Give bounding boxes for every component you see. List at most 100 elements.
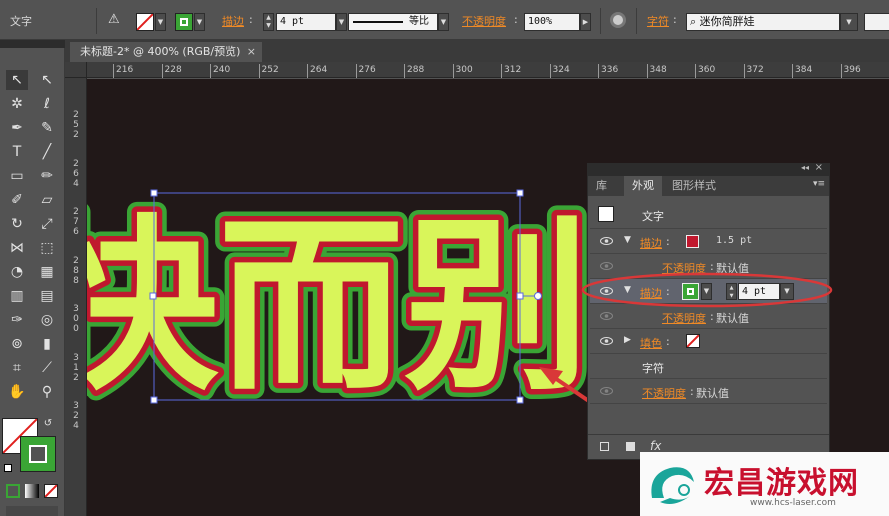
perspective-grid-tool-icon[interactable]: ▥ <box>6 286 28 306</box>
stroke-label[interactable]: 描边 <box>222 13 244 29</box>
stroke-weight-field[interactable]: 4 pt <box>276 13 336 31</box>
scale-tool-icon[interactable]: ⤢ <box>36 214 58 234</box>
warning-icon[interactable]: ⚠ <box>108 12 120 27</box>
visibility-eye-icon[interactable] <box>600 336 613 346</box>
pen-tool-icon[interactable]: ✒ <box>6 118 28 138</box>
fill-row[interactable]: ▶ 填色 : <box>590 329 827 354</box>
stroke-dropdown[interactable]: ▼ <box>194 13 205 31</box>
tab-appearance[interactable]: 外观 <box>624 176 662 196</box>
opacity-arrow[interactable]: ▶ <box>580 13 591 31</box>
watermark: 宏昌游戏网 www.hcs-laser.com <box>640 452 889 516</box>
add-fill-icon[interactable] <box>626 442 635 451</box>
fill-color-swatch[interactable] <box>686 334 700 348</box>
object-opacity-row[interactable]: 不透明度 : 默认值 <box>590 379 827 404</box>
stroke-weight-stepper[interactable]: ▲ ▼ <box>263 13 274 31</box>
object-thumbnail <box>598 206 614 222</box>
zoom-tool-icon[interactable]: ⚲ <box>36 382 58 402</box>
slice-tool-icon[interactable]: ⟋ <box>36 358 58 378</box>
bbox-handle[interactable] <box>516 396 524 404</box>
stroke-weight-dropdown[interactable]: ▼ <box>336 13 347 31</box>
vertical-ruler[interactable]: 252 264 276 288 300 312 324 <box>65 78 87 516</box>
font-family-dropdown[interactable]: ▼ <box>840 13 858 31</box>
line-tool-icon[interactable]: ╱ <box>36 142 58 162</box>
bbox-handle[interactable] <box>149 292 157 300</box>
ruler-tick-label: 276 <box>73 207 79 237</box>
blend-tool-icon[interactable]: ◎ <box>36 310 58 330</box>
hand-tool-icon[interactable]: ✋ <box>6 382 28 402</box>
shape-builder-tool-icon[interactable]: ◔ <box>6 262 28 282</box>
selection-tool-icon[interactable]: ↖ <box>6 70 28 90</box>
collapse-panel-icon[interactable]: ◂◂ <box>801 163 809 172</box>
opacity-label[interactable]: 不透明度 <box>462 13 506 29</box>
fill-label[interactable]: 填色 <box>640 335 662 351</box>
width-tool-icon[interactable]: ⋈ <box>6 238 28 258</box>
paintbrush-tool-icon[interactable]: ✏ <box>36 166 58 186</box>
ruler-tick-label: 264 <box>310 65 328 75</box>
tools-panel-header[interactable] <box>0 40 65 48</box>
tab-library[interactable]: 库 <box>588 176 615 196</box>
artboard-tool-icon[interactable]: ⌗ <box>6 358 28 378</box>
rotate-tool-icon[interactable]: ↻ <box>6 214 28 234</box>
column-graph-tool-icon[interactable]: ▮ <box>36 334 58 354</box>
bbox-handle[interactable] <box>516 292 524 300</box>
rectangle-tool-icon[interactable]: ▭ <box>6 166 28 186</box>
type-tool-icon[interactable]: T <box>6 142 28 162</box>
ruler-tick-mark <box>355 64 357 78</box>
stroke-swatch[interactable] <box>175 13 193 31</box>
none-mode-icon[interactable] <box>44 484 58 498</box>
add-stroke-icon[interactable] <box>600 442 609 451</box>
fill-none-swatch[interactable] <box>136 13 154 31</box>
character-label[interactable]: 字符 <box>647 13 669 29</box>
eyedropper-tool-icon[interactable]: ✑ <box>6 310 28 330</box>
panel-menu-icon[interactable]: ▾≡ <box>813 179 825 189</box>
fx-icon[interactable]: fx <box>650 439 661 453</box>
gradient-tool-icon[interactable]: ▤ <box>36 286 58 306</box>
pencil-tool-icon[interactable]: ✐ <box>6 190 28 210</box>
free-transform-tool-icon[interactable]: ⬚ <box>36 238 58 258</box>
ruler-tick-label: 324 <box>552 65 570 75</box>
lasso-tool-icon[interactable]: ℓ <box>36 94 58 114</box>
curvature-tool-icon[interactable]: ✎ <box>36 118 58 138</box>
opacity-label[interactable]: 不透明度 <box>642 385 686 401</box>
object-row[interactable]: 文字 <box>590 201 827 229</box>
rotate-handle[interactable] <box>534 292 542 300</box>
ruler-tick-mark <box>598 64 599 78</box>
recolor-icon[interactable] <box>610 12 626 28</box>
close-panel-icon[interactable]: × <box>815 162 823 173</box>
eraser-tool-icon[interactable]: ▱ <box>36 190 58 210</box>
panel-header[interactable]: ◂◂ × <box>588 162 829 176</box>
bbox-handle[interactable] <box>150 396 158 404</box>
color-mode-icon[interactable] <box>6 484 20 498</box>
expand-triangle-icon[interactable]: ▶ <box>624 335 631 345</box>
gradient-mode-icon[interactable] <box>25 484 39 498</box>
bbox-handle[interactable] <box>150 189 158 197</box>
document-tab[interactable]: 未标题-2* @ 400% (RGB/预览) × <box>70 42 262 62</box>
swap-colors-icon[interactable]: ↺ <box>40 416 56 432</box>
characters-row[interactable]: 字符 <box>590 354 827 379</box>
bbox-handle[interactable] <box>516 189 524 197</box>
stroke-row-1[interactable]: ▼ 描边 : 1.5 pt <box>590 229 827 254</box>
visibility-eye-icon[interactable] <box>600 386 613 396</box>
visibility-eye-icon[interactable] <box>600 236 613 246</box>
stroke-profile-select[interactable]: 等比 <box>348 13 438 31</box>
stroke-color-swatch[interactable] <box>686 235 699 248</box>
opacity-field[interactable]: 100% <box>524 13 580 31</box>
direct-selection-tool-icon[interactable]: ↖ <box>36 70 58 90</box>
fill-dropdown[interactable]: ▼ <box>155 13 166 31</box>
stroke-label[interactable]: 描边 <box>640 235 662 251</box>
ruler-origin[interactable] <box>65 62 87 78</box>
magic-wand-tool-icon[interactable]: ✲ <box>6 94 28 114</box>
artwork-text[interactable]: 快而别快而别快而别 <box>87 188 600 425</box>
live-paint-tool-icon[interactable]: ▦ <box>36 262 58 282</box>
stroke-profile-dropdown[interactable]: ▼ <box>438 13 449 31</box>
default-colors-icon[interactable] <box>4 464 12 472</box>
font-style-field[interactable] <box>864 13 889 31</box>
stroke-color-box[interactable] <box>20 436 56 472</box>
symbol-sprayer-tool-icon[interactable]: ⊚ <box>6 334 28 354</box>
draw-modes-icon[interactable] <box>6 506 58 516</box>
tab-graphic-styles[interactable]: 图形样式 <box>664 176 724 196</box>
close-tab-icon[interactable]: × <box>247 42 256 61</box>
font-family-field[interactable]: ⌕ 迷你简胖娃 <box>686 13 840 31</box>
expand-triangle-icon[interactable]: ▼ <box>624 235 631 245</box>
horizontal-ruler[interactable]: 216 228 240 252 264 276 288 300 312 324 336 348 360 3… <box>87 62 889 78</box>
